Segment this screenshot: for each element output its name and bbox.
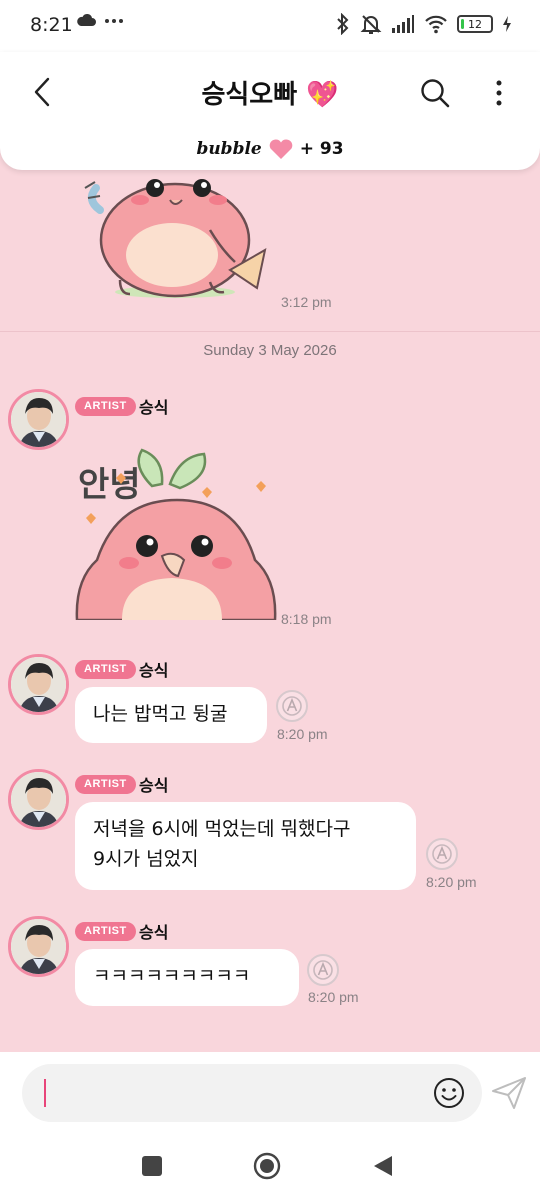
message-text: ㅋㅋㅋㅋㅋㅋㅋㅋㅋ	[93, 965, 251, 987]
charging-icon	[503, 16, 511, 32]
more-notifications-icon	[105, 19, 123, 23]
artist-badge: ARTIST	[75, 775, 136, 794]
text-caret	[44, 1079, 46, 1107]
sender-name: 승식	[139, 661, 169, 680]
message-composer	[0, 1052, 540, 1136]
message-text: 나는 밥먹고 뒹굴	[93, 703, 228, 725]
system-navigation-bar	[0, 1136, 540, 1199]
artist-photo	[11, 392, 66, 447]
sender-name: 승식	[139, 776, 169, 795]
status-left-icons	[76, 13, 124, 27]
translate-button[interactable]	[426, 838, 458, 870]
emoji-icon[interactable]	[432, 1076, 466, 1110]
translate-button[interactable]	[307, 954, 339, 986]
avatar[interactable]	[8, 769, 69, 830]
artist-badge: ARTIST	[75, 397, 136, 416]
bluetooth-icon	[337, 13, 349, 35]
battery-indicator: 12	[457, 15, 493, 33]
bubble-extra-count: + 93	[299, 139, 344, 159]
sticker-peach-waving	[84, 179, 267, 298]
artist-badge: ARTIST	[75, 660, 136, 679]
message-bubble[interactable]: 저녁을 6시에 먹었는데 뭐했다구 9시가 넘었지	[75, 802, 416, 890]
cloud-icon	[77, 13, 96, 26]
bubble-count: bubble + 93	[0, 138, 540, 160]
artist-badge: ARTIST	[75, 922, 136, 941]
avatar[interactable]	[8, 654, 69, 715]
sticker-peach-hello: 안녕	[75, 448, 277, 620]
home-icon	[253, 1152, 281, 1180]
avatar[interactable]	[8, 916, 69, 977]
home-button[interactable]	[252, 1151, 282, 1181]
message-input[interactable]	[22, 1064, 482, 1122]
sticker-2-time: 8:18 pm	[281, 611, 332, 627]
message-bubble[interactable]: ㅋㅋㅋㅋㅋㅋㅋㅋㅋ	[75, 949, 299, 1006]
mute-bell-icon	[360, 15, 382, 34]
status-bar: 8:21 12	[0, 0, 540, 52]
bubble-brand: bubble	[196, 139, 262, 159]
recents-button[interactable]	[137, 1151, 167, 1181]
wifi-icon	[425, 15, 447, 34]
translate-button[interactable]	[276, 690, 308, 722]
avatar[interactable]	[8, 389, 69, 450]
signal-icon	[392, 15, 414, 33]
artist-photo	[11, 657, 66, 712]
message-text-line1: 저녁을 6시에 먹었는데 뭐했다구	[93, 818, 351, 840]
chat-header: 승식오빠 💖 bubble + 93	[0, 52, 540, 170]
back-triangle-icon	[374, 1156, 392, 1176]
translate-icon	[282, 696, 302, 716]
status-time: 8:21	[30, 14, 73, 36]
sender-name: 승식	[139, 398, 169, 417]
search-button[interactable]	[414, 72, 456, 114]
message-bubble[interactable]: 나는 밥먹고 뒹굴	[75, 687, 267, 743]
back-nav-button[interactable]	[368, 1151, 398, 1181]
send-icon[interactable]	[490, 1074, 528, 1112]
more-vertical-icon	[496, 80, 502, 106]
recents-icon	[142, 1156, 162, 1176]
translate-icon	[313, 960, 333, 980]
artist-photo	[11, 919, 66, 974]
more-options-button[interactable]	[480, 72, 518, 114]
sticker-2-text: 안녕	[78, 465, 141, 505]
sticker-1-time: 3:12 pm	[281, 294, 332, 310]
heart-icon	[269, 139, 293, 159]
artist-photo	[11, 772, 66, 827]
message-time: 8:20 pm	[277, 726, 328, 742]
chat-title: 승식오빠 💖	[201, 80, 339, 110]
message-time: 8:20 pm	[308, 989, 359, 1005]
date-divider-line	[0, 331, 540, 332]
battery-level: 12	[468, 17, 482, 31]
sender-name: 승식	[139, 923, 169, 942]
message-text-line2: 9시가 넘었지	[93, 848, 199, 870]
date-separator: Sunday 3 May 2026	[203, 342, 337, 359]
status-right-icons: 12	[335, 13, 512, 35]
search-icon	[421, 79, 450, 108]
translate-icon	[432, 844, 452, 864]
message-time: 8:20 pm	[426, 874, 477, 890]
chat-area[interactable]: 3:12 pm Sunday 3 May 2026 ARTIST 승식 안녕 8…	[0, 170, 540, 1052]
